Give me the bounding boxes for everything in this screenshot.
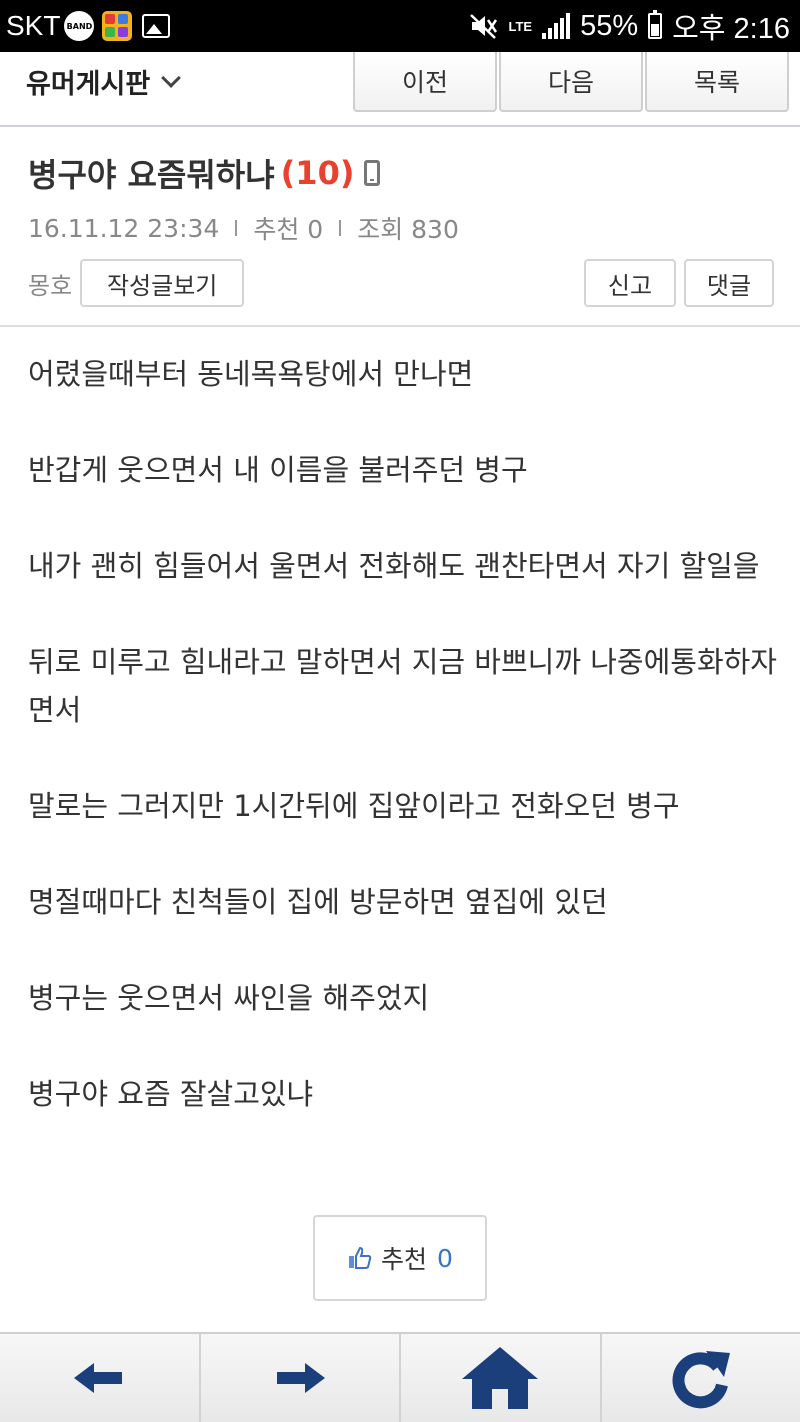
paragraph: 내가 괜히 힘들어서 울면서 전화해도 괜찬타면서 자기 할일을 — [28, 549, 760, 583]
forward-button[interactable] — [201, 1334, 401, 1422]
bottom-toolbar — [0, 1332, 800, 1422]
paragraph: 어렸을때부터 동네목욕탕에서 만나면 — [28, 357, 474, 391]
signal-icon — [542, 13, 571, 39]
chevron-down-icon — [161, 67, 182, 88]
recommend-count: 0 — [437, 1243, 453, 1273]
back-arrow-icon — [74, 1363, 123, 1393]
mobile-icon — [364, 160, 381, 186]
comment-button[interactable]: 댓글 — [684, 259, 774, 307]
post-navigation: 이전 다음 목록 — [353, 52, 789, 112]
paragraph: 병구야 요즘 잘살고있냐 — [28, 1077, 314, 1111]
app-notification-icon — [102, 11, 133, 41]
view-posts-button[interactable]: 작성글보기 — [80, 259, 245, 307]
post-date: 16.11.12 23:34 — [28, 213, 220, 243]
views-meta: 조회 830 — [357, 215, 459, 244]
mute-icon — [470, 14, 498, 39]
recommend-button[interactable]: 추천 0 — [313, 1215, 487, 1301]
lte-icon: LTE — [508, 18, 533, 34]
post-title-text: 병구야 요즘뭐하냐 — [28, 156, 275, 194]
gallery-notification-icon — [142, 14, 171, 38]
meta-divider — [339, 220, 342, 236]
board-header: 유머게시판 이전 다음 목록 — [0, 52, 800, 127]
meta-divider — [235, 220, 238, 236]
prev-button[interactable]: 이전 — [353, 52, 497, 112]
board-name: 유머게시판 — [26, 69, 151, 100]
divider — [0, 325, 800, 327]
home-button[interactable] — [401, 1334, 602, 1422]
recommend-meta: 추천 0 — [253, 215, 324, 244]
post-meta: 16.11.12 23:34 추천 0 조회 830 — [28, 210, 459, 246]
list-button[interactable]: 목록 — [645, 52, 789, 112]
next-button[interactable]: 다음 — [499, 52, 643, 112]
recommend-label: 추천 — [381, 1245, 428, 1274]
author-row: 몽호 작성글보기 신고 댓글 — [28, 259, 774, 307]
paragraph: 말로는 그러지만 1시간뒤에 집앞이라고 전화오던 병구 — [28, 789, 680, 823]
paragraph: 반갑게 웃으면서 내 이름을 불러주던 병구 — [28, 453, 528, 487]
carrier-label: SKT — [6, 10, 61, 41]
board-selector[interactable]: 유머게시판 — [26, 62, 182, 101]
clock: 오후 2:16 — [672, 13, 790, 45]
home-icon — [462, 1347, 539, 1409]
post-title: 병구야 요즘뭐하냐 (10) — [28, 150, 381, 196]
paragraph: 병구는 웃으면서 싸인을 해주었지 — [28, 981, 430, 1015]
author-name[interactable]: 몽호 — [28, 266, 72, 301]
paragraph: 명절때마다 친척들이 집에 방문하면 옆집에 있던 — [28, 885, 608, 919]
refresh-icon — [672, 1351, 730, 1409]
refresh-button[interactable] — [602, 1334, 800, 1422]
status-bar: SKT BAND LTE 55% 오후 2:16 — [0, 0, 800, 52]
forward-arrow-icon — [276, 1363, 325, 1393]
report-button[interactable]: 신고 — [584, 259, 676, 307]
battery-icon — [648, 10, 663, 39]
battery-percent: 55% — [580, 9, 639, 42]
post-body: 어렸을때부터 동네목욕탕에서 만나면 반갑게 웃으면서 내 이름을 불러주던 병… — [28, 350, 778, 1166]
comment-count[interactable]: (10) — [281, 154, 355, 192]
thumbs-up-icon — [349, 1246, 372, 1269]
back-button[interactable] — [0, 1334, 201, 1422]
paragraph: 뒤로 미루고 힘내라고 말하면서 지금 바쁘니까 나중에통화하자면서 — [28, 645, 777, 727]
band-icon: BAND — [64, 11, 95, 41]
